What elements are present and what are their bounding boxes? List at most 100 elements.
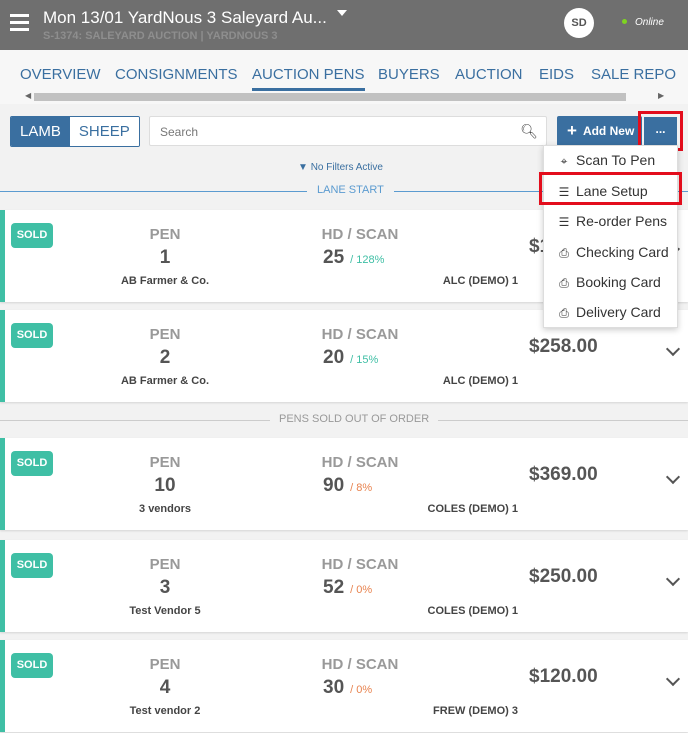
filter-icon: ▼ [298,162,308,173]
price: $258.00 [529,336,598,357]
more-button[interactable]: ... [644,117,677,145]
pen-card[interactable]: SOLD PEN 3 Test Vendor 5 HD / SCAN 52 / 0… [0,540,688,632]
pen-number: 3 [159,577,171,598]
scroll-left-icon[interactable]: ◀ [25,91,31,100]
pen-label: PEN [149,656,181,673]
head-count: 20 / 15% [323,347,378,369]
tab-sale-report[interactable]: SALE REPO [591,66,676,83]
search-placeholder: Search [160,125,199,139]
crosshair-icon: ⌖ [560,154,568,168]
hd-value: 25 [323,247,345,268]
add-new-button[interactable]: + Add New [557,116,642,146]
scan-percent: / 8% [350,482,373,494]
app-header: Mon 13/01 YardNous 3 Saleyard Au... S-13… [0,0,688,50]
chevron-down-icon[interactable] [665,469,681,485]
menu-item-checking-card[interactable]: ⎙ Checking Card [556,244,669,261]
tab-auction[interactable]: AUCTION [455,66,523,83]
price: $250.00 [529,566,598,587]
pen-label: PEN [149,454,181,471]
tab-auction-pens[interactable]: AUCTION PENS [252,66,365,91]
menu-label: Delivery Card [576,304,661,320]
tab-overview[interactable]: OVERVIEW [20,66,101,83]
hd-value: 30 [323,677,345,698]
pen-label: PEN [149,556,181,573]
scan-percent: / 128% [350,254,385,266]
status-text: Online [635,17,664,28]
pen-number: 4 [159,677,171,698]
scroll-right-icon[interactable]: ▶ [658,91,664,100]
list-icon: ☰ [558,215,570,229]
pen-label: PEN [149,226,181,243]
buyer-name: COLES (DEMO) 1 [427,605,518,617]
hd-scan-label: HD / SCAN [321,454,399,471]
chevron-down-icon[interactable] [665,571,681,587]
hd-scan-label: HD / SCAN [321,326,399,343]
hd-value: 20 [323,347,345,368]
hd-value: 52 [323,577,345,598]
head-count: 52 / 0% [323,577,372,599]
lamb-toggle[interactable]: LAMB [11,117,70,146]
menu-label: Re-order Pens [576,213,668,229]
sale-title-dropdown[interactable]: Mon 13/01 YardNous 3 Saleyard Au... [43,8,347,28]
sale-title: Mon 13/01 YardNous 3 Saleyard Au... [43,8,327,27]
menu-label: Scan To Pen [576,152,656,168]
menu-item-booking-card[interactable]: ⎙ Booking Card [556,274,661,291]
menu-item-reorder-pens[interactable]: ☰ Re-order Pens [556,213,667,229]
lane-start-label: LANE START [307,184,394,196]
sale-subtitle: S-1374: SALEYARD AUCTION | YARDNOUS 3 [43,30,278,42]
search-icon[interactable]: 🔍︎ [520,123,538,140]
tab-eids[interactable]: EIDS [539,66,574,83]
chevron-down-icon[interactable] [665,341,681,357]
tab-buyers[interactable]: BUYERS [378,66,440,83]
head-count: 30 / 0% [323,677,372,699]
printer-icon: ⎙ [559,276,569,290]
menu-item-delivery-card[interactable]: ⎙ Delivery Card [556,304,661,321]
buyer-name: ALC (DEMO) 1 [442,275,518,287]
sold-badge: SOLD [11,553,53,578]
vendor-name: AB Farmer & Co. [120,275,210,287]
printer-icon: ⎙ [559,246,569,260]
hamburger-menu-icon[interactable] [10,14,29,31]
filter-text: No Filters Active [310,162,383,173]
pen-label: PEN [149,326,181,343]
scan-percent: / 15% [350,354,379,366]
vendor-name: Test Vendor 5 [129,605,201,617]
search-input[interactable]: Search 🔍︎ [149,116,547,146]
filter-status[interactable]: ▼ No Filters Active [298,162,383,173]
vendor-name: Test vendor 2 [129,705,201,717]
sold-badge: SOLD [11,653,53,678]
sold-badge: SOLD [11,323,53,348]
price: $120.00 [529,666,598,687]
vendor-name: 3 vendors [139,503,191,515]
pen-card[interactable]: SOLD PEN 10 3 vendors HD / SCAN 90 / 8% C… [0,438,688,530]
pen-card[interactable]: SOLD PEN 4 Test vendor 2 HD / SCAN 30 / 0… [0,640,688,732]
scrollbar-thumb[interactable] [34,93,626,101]
scan-percent: / 0% [350,684,373,696]
hd-scan-label: HD / SCAN [321,656,399,673]
hd-scan-label: HD / SCAN [321,556,399,573]
pen-number: 2 [159,347,171,368]
scan-percent: / 0% [350,584,373,596]
head-count: 25 / 128% [323,247,384,269]
caret-down-icon [336,10,347,21]
chevron-down-icon[interactable] [665,671,681,687]
price: $369.00 [529,464,598,485]
hd-value: 90 [323,475,345,496]
avatar[interactable]: SD [564,8,594,38]
pen-number: 10 [154,475,176,496]
menu-item-scan-to-pen[interactable]: ⌖ Scan To Pen [556,152,656,169]
add-new-label: Add New [582,124,635,138]
printer-icon: ⎙ [559,306,569,320]
menu-label: Checking Card [576,244,669,260]
sold-badge: SOLD [11,451,53,476]
pen-number: 1 [159,247,171,268]
vendor-name: AB Farmer & Co. [120,375,210,387]
tab-scrollbar[interactable]: ◀ ▶ [0,91,688,103]
tab-consignments[interactable]: CONSIGNMENTS [115,66,238,83]
plus-icon: + [567,121,577,140]
buyer-name: ALC (DEMO) 1 [442,375,518,387]
head-count: 90 / 8% [323,475,372,497]
menu-label: Booking Card [576,274,661,290]
lane-setup-highlight [539,172,682,205]
sheep-toggle[interactable]: SHEEP [69,117,139,146]
